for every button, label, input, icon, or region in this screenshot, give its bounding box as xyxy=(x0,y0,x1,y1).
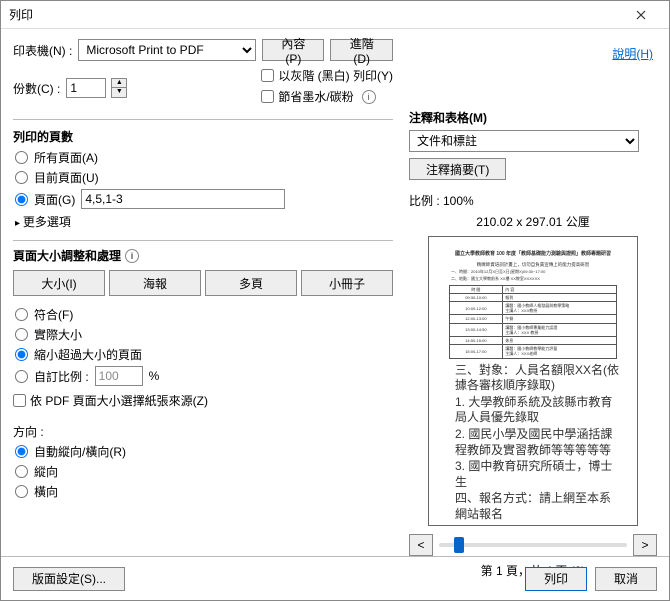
dialog-title: 列印 xyxy=(9,6,621,23)
fit-label: 符合(F) xyxy=(34,306,73,323)
save-ink-label: 節省墨水/碳粉 xyxy=(278,88,353,105)
actual-radio[interactable] xyxy=(15,328,28,341)
size-button[interactable]: 大小(I) xyxy=(13,270,105,296)
comments-select[interactable]: 文件和標註 xyxy=(409,130,639,152)
page-setup-button[interactable]: 版面設定(S)... xyxy=(13,567,125,591)
pages-label: 頁面(G) xyxy=(34,191,75,208)
landscape-label: 橫向 xyxy=(34,483,58,500)
page-slider[interactable] xyxy=(439,543,627,547)
comments-section-title: 注釋和表格(M) xyxy=(409,109,657,126)
close-icon xyxy=(636,10,646,20)
all-pages-label: 所有頁面(A) xyxy=(34,149,98,166)
shrink-radio[interactable] xyxy=(15,348,28,361)
pages-section-title: 列印的頁數 xyxy=(13,128,393,145)
pages-input[interactable] xyxy=(81,189,285,209)
grayscale-label: 以灰階 (黑白) 列印(Y) xyxy=(278,67,393,84)
paper-source-label: 依 PDF 頁面大小選擇紙張來源(Z) xyxy=(30,392,208,409)
info-icon[interactable]: i xyxy=(125,249,139,263)
custom-scale-label: 自訂比例 : xyxy=(34,368,89,385)
portrait-radio[interactable] xyxy=(15,465,28,478)
shrink-label: 縮小超過大小的頁面 xyxy=(34,346,142,363)
info-icon[interactable]: i xyxy=(362,90,376,104)
multiple-button[interactable]: 多頁 xyxy=(205,270,297,296)
custom-scale-input xyxy=(95,366,143,386)
custom-scale-radio[interactable] xyxy=(15,370,28,383)
printer-select[interactable]: Microsoft Print to PDF xyxy=(78,39,256,61)
sizing-section-title: 頁面大小調整和處理 xyxy=(13,247,121,264)
copies-label: 份數(C) : xyxy=(13,80,60,97)
portrait-label: 縱向 xyxy=(34,463,58,480)
booklet-button[interactable]: 小冊子 xyxy=(301,270,393,296)
copies-spinner[interactable]: ▲▼ xyxy=(111,78,127,98)
prev-page-button[interactable]: < xyxy=(409,534,433,556)
help-link[interactable]: 說明(H) xyxy=(612,45,653,62)
close-button[interactable] xyxy=(621,1,661,29)
scale-label: 比例 : 100% xyxy=(409,192,657,209)
print-button[interactable]: 列印 xyxy=(525,567,587,591)
all-pages-radio[interactable] xyxy=(15,151,28,164)
next-page-button[interactable]: > xyxy=(633,534,657,556)
actual-label: 實際大小 xyxy=(34,326,82,343)
grayscale-checkbox[interactable] xyxy=(261,69,274,82)
save-ink-checkbox[interactable] xyxy=(261,90,274,103)
print-preview: 國立大學教師教育 100 年度「教師基礎能力測驗與證照」教師專題研習 精緻師資培… xyxy=(428,236,638,526)
cancel-button[interactable]: 取消 xyxy=(595,567,657,591)
summarize-comments-button[interactable]: 注釋摘要(T) xyxy=(409,158,506,180)
advanced-button[interactable]: 進階(D) xyxy=(330,39,393,61)
orientation-title: 方向 : xyxy=(13,423,393,440)
percent-label: % xyxy=(149,369,160,383)
landscape-radio[interactable] xyxy=(15,485,28,498)
current-page-radio[interactable] xyxy=(15,171,28,184)
properties-button[interactable]: 內容(P) xyxy=(262,39,324,61)
fit-radio[interactable] xyxy=(15,308,28,321)
pages-radio[interactable] xyxy=(15,193,28,206)
slider-thumb[interactable] xyxy=(454,537,464,553)
printer-label: 印表機(N) : xyxy=(13,42,72,59)
current-page-label: 目前頁面(U) xyxy=(34,169,99,186)
preview-dimensions: 210.02 x 297.01 公厘 xyxy=(409,213,657,230)
auto-orient-label: 自動縱向/橫向(R) xyxy=(34,443,126,460)
auto-orient-radio[interactable] xyxy=(15,445,28,458)
more-options-toggle[interactable]: 更多選項 xyxy=(15,213,393,230)
poster-button[interactable]: 海報 xyxy=(109,270,201,296)
paper-source-checkbox[interactable] xyxy=(13,394,26,407)
copies-input[interactable] xyxy=(66,78,106,98)
